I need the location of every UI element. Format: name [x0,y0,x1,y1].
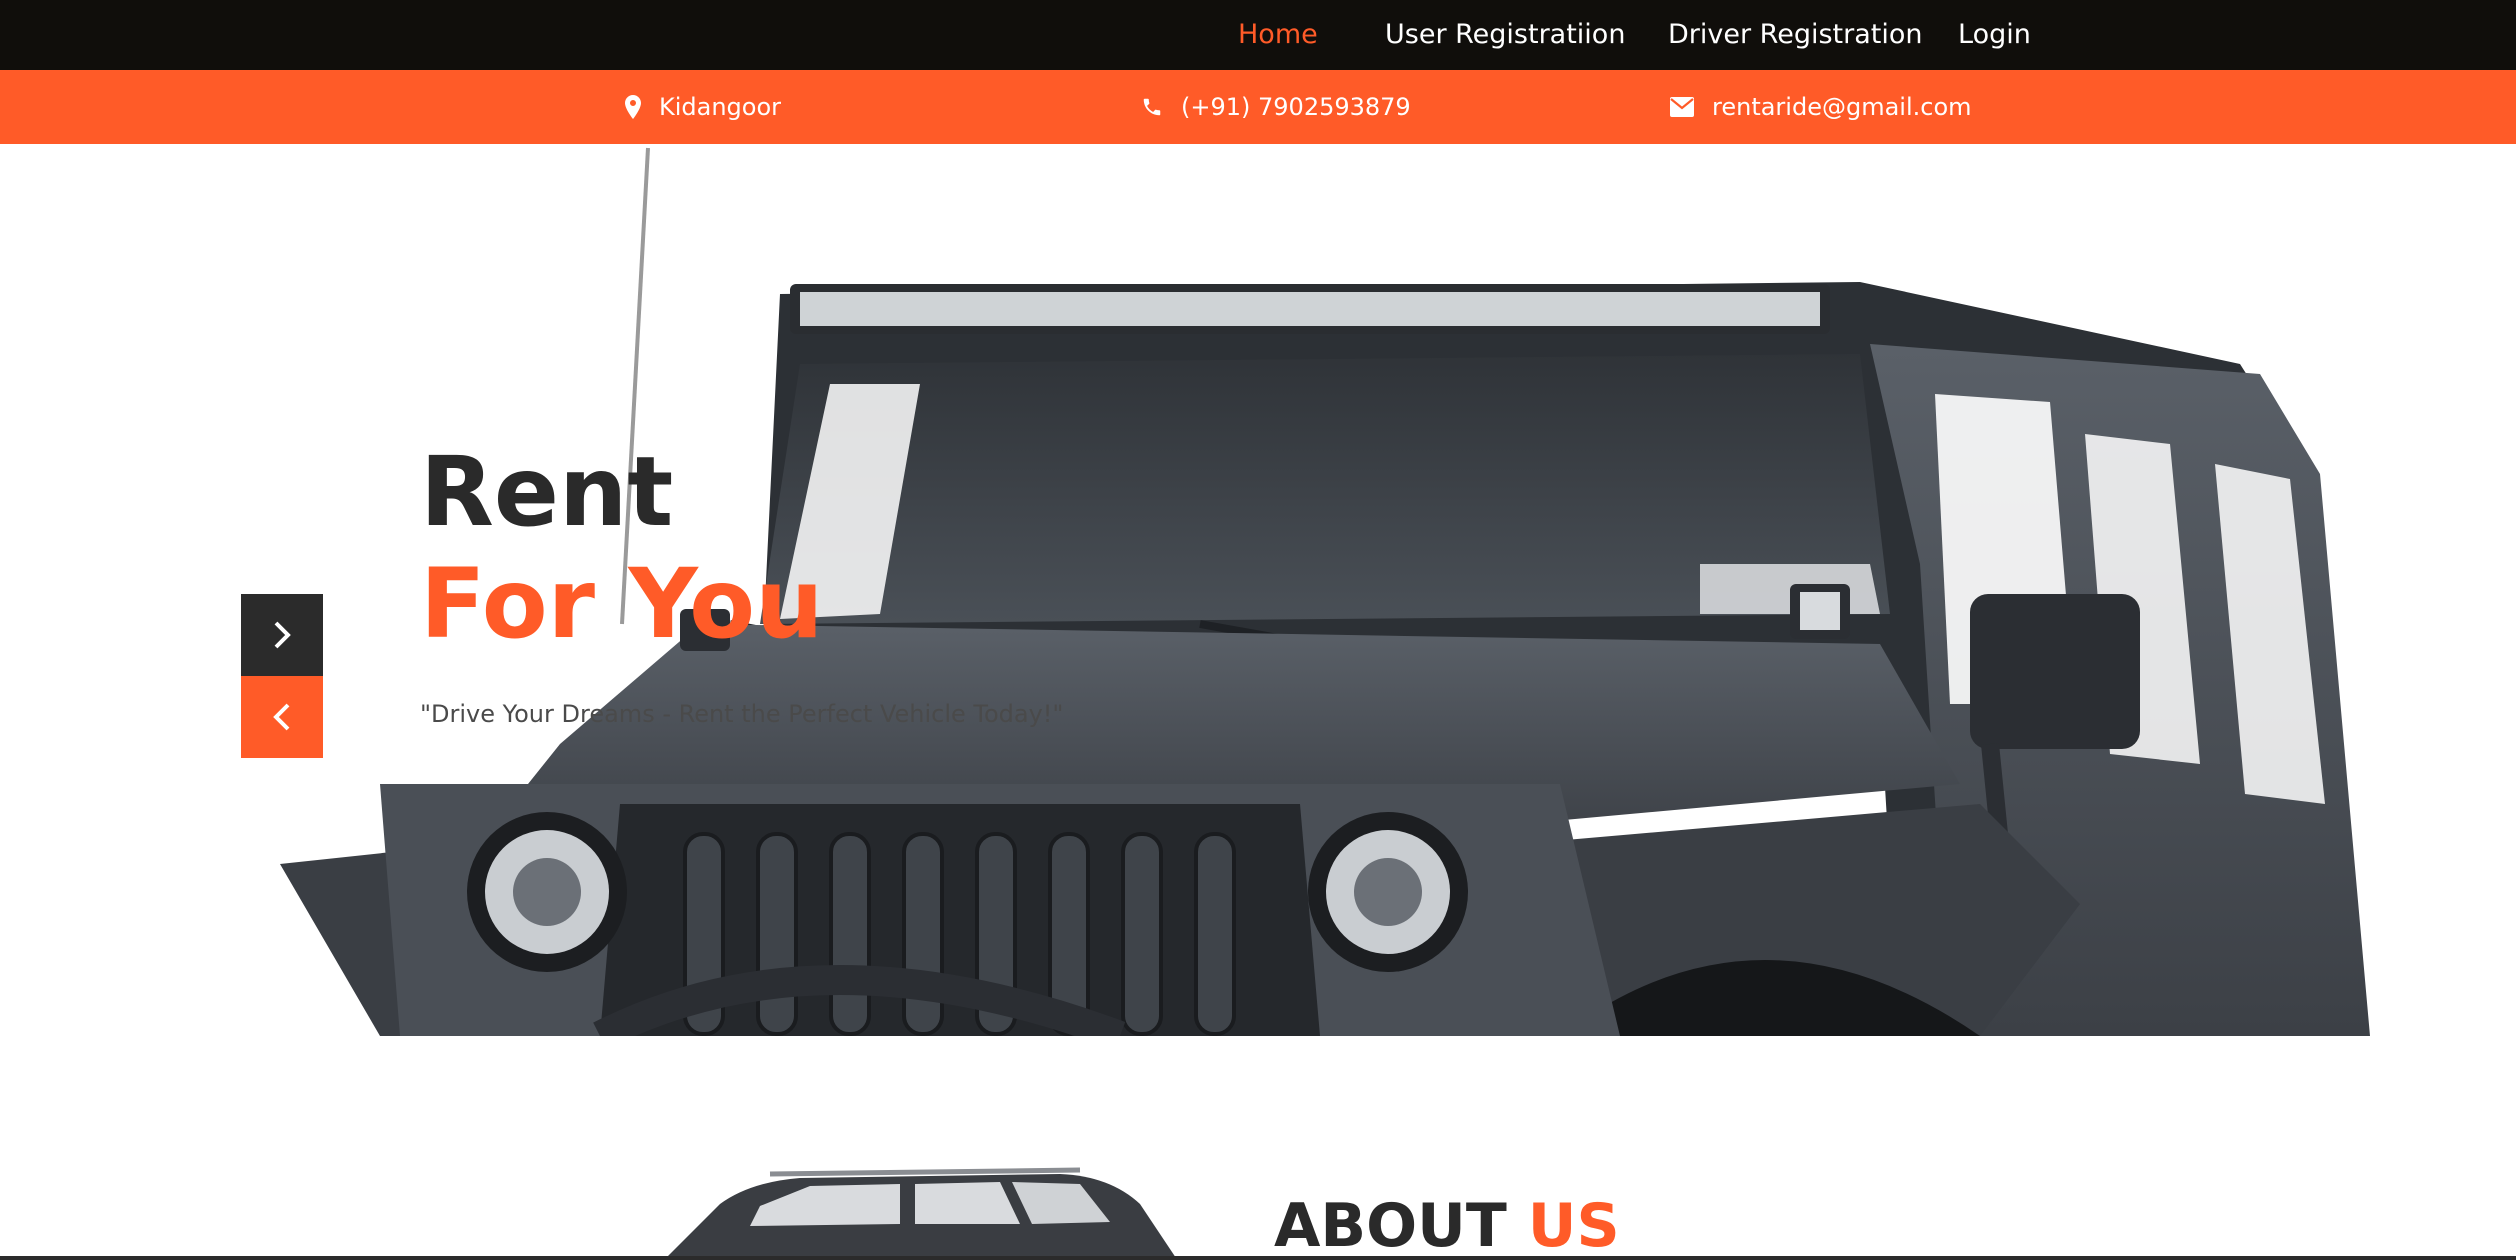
about-heading-part1: ABOUT [1274,1191,1507,1260]
about-heading: ABOUT US [1274,1196,1620,1256]
carousel-prev-button[interactable] [241,676,323,758]
hero-section: Rent For You "Drive Your Dreams - Rent t… [0,144,2516,1036]
about-section: ABOUT US [0,1036,2516,1260]
phone-icon [1143,98,1161,116]
hero-tagline: "Drive Your Dreams - Rent the Perfect Ve… [420,700,1064,728]
map-marker-icon [625,95,641,119]
contact-location: Kidangoor [625,70,781,144]
nav-login-link[interactable]: Login [1958,0,2031,70]
about-car-image [664,1167,1178,1260]
nav-driver-registration-link[interactable]: Driver Registration [1668,0,1922,70]
envelope-icon [1670,97,1694,117]
chevron-left-icon [273,703,290,731]
hero-jeep-image [280,147,2370,1036]
contact-phone: (+91) 7902593879 [1141,70,1411,144]
contact-email-text[interactable]: rentaride@gmail.com [1712,93,1972,121]
carousel-next-button[interactable] [241,594,323,676]
contact-location-text: Kidangoor [659,93,782,121]
top-navbar: Home User Registratiion Driver Registrat… [0,0,2516,70]
contact-phone-text[interactable]: (+91) 7902593879 [1181,93,1411,121]
hero-title-for-you: For You [420,548,824,660]
nav-user-registration-link[interactable]: User Registratiion [1385,0,1625,70]
contact-bar: Kidangoor (+91) 7902593879 rentaride@gma… [0,70,2516,144]
nav-home-link[interactable]: Home [1238,0,1318,70]
chevron-right-icon [274,621,291,649]
contact-email: rentaride@gmail.com [1670,70,1972,144]
about-heading-part2: US [1527,1191,1620,1260]
bottom-divider [0,1256,2516,1260]
hero-title-rent: Rent [420,436,674,548]
